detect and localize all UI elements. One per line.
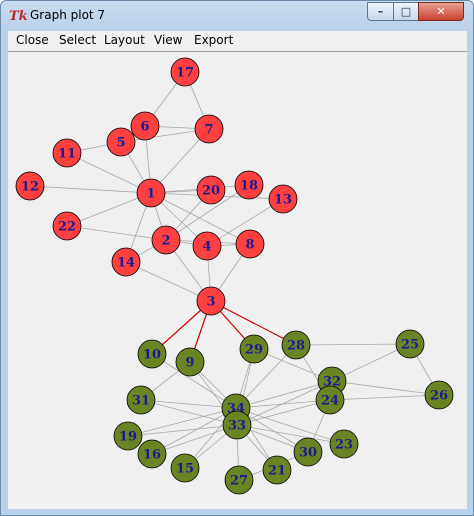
- node-label: 21: [268, 464, 286, 479]
- graph-edge-24-26: [329, 394, 440, 401]
- node-label: 27: [230, 474, 248, 489]
- graph-node-16[interactable]: 16: [137, 439, 167, 469]
- maximize-button[interactable]: □: [393, 2, 419, 21]
- close-window-button[interactable]: ✕: [418, 2, 464, 21]
- graph-node-25[interactable]: 25: [395, 329, 425, 359]
- graph-node-6[interactable]: 6: [130, 111, 160, 141]
- node-label: 15: [176, 462, 194, 477]
- graph-node-7[interactable]: 7: [194, 114, 224, 144]
- graph-node-14[interactable]: 14: [111, 247, 141, 277]
- graph-edge-2-22: [66, 225, 167, 241]
- node-label: 28: [287, 339, 305, 354]
- node-label: 11: [58, 147, 76, 162]
- graph-node-3[interactable]: 3: [196, 286, 226, 316]
- menu-view[interactable]: View: [154, 33, 182, 47]
- node-label: 33: [228, 419, 246, 434]
- graph-node-29[interactable]: 29: [239, 334, 269, 364]
- graph-node-30[interactable]: 30: [293, 437, 323, 467]
- graph-node-20[interactable]: 20: [196, 175, 226, 205]
- graph-node-23[interactable]: 23: [329, 429, 359, 459]
- graph-node-15[interactable]: 15: [170, 453, 200, 483]
- graph-svg: 176 751112 1 20 1813222 4 814310929 28 253224 263…: [15, 57, 454, 495]
- node-label: 17: [176, 66, 194, 81]
- graph-node-28[interactable]: 28: [281, 330, 311, 360]
- graph-node-31[interactable]: 31: [126, 385, 156, 415]
- node-label: 29: [245, 343, 263, 358]
- node-label: 10: [143, 348, 161, 363]
- graph-node-1[interactable]: 1: [136, 178, 166, 208]
- graph-node-11[interactable]: 11: [52, 138, 82, 168]
- graph-node-18[interactable]: 18: [234, 170, 264, 200]
- graph-canvas[interactable]: 17 6 7 5 11 12 1 20 18 13 22 2 4 8 14 3 10 9 29 28 25 32 24 26 3…: [8, 51, 467, 509]
- graph-node-17[interactable]: 17: [170, 57, 200, 87]
- node-label: 16: [143, 448, 161, 463]
- minimize-button[interactable]: –: [367, 2, 394, 21]
- graph-node-5[interactable]: 5: [106, 127, 136, 157]
- node-label: 6: [140, 120, 149, 135]
- menu-bar: Close Select Layout View Export: [8, 31, 467, 51]
- graph-node-9[interactable]: 9: [175, 347, 205, 377]
- graph-edge-26-32: [331, 380, 440, 396]
- node-label: 30: [299, 446, 317, 461]
- graph-plot-window: Tk Graph plot 7 – □ ✕ Close Select Layou…: [0, 0, 474, 516]
- maximize-icon: □: [400, 5, 412, 18]
- close-icon: ✕: [436, 5, 446, 18]
- node-label: 5: [116, 136, 125, 151]
- node-label: 14: [117, 256, 135, 271]
- graph-node-19[interactable]: 19: [113, 421, 143, 451]
- node-label: 1: [146, 187, 155, 202]
- node-label: 9: [185, 356, 194, 371]
- node-label: 13: [274, 193, 292, 208]
- node-label: 25: [401, 338, 419, 353]
- node-label: 18: [240, 179, 258, 194]
- graph-edge-12-1: [29, 185, 152, 194]
- graph-node-10[interactable]: 10: [137, 339, 167, 369]
- graph-node-26[interactable]: 26: [424, 380, 454, 410]
- node-label: 23: [335, 438, 353, 453]
- graph-node-27[interactable]: 27: [224, 465, 254, 495]
- graph-node-24[interactable]: 24: [315, 385, 345, 415]
- graph-node-22[interactable]: 22: [52, 211, 82, 241]
- graph-node-8[interactable]: 8: [235, 229, 265, 259]
- graph-node-33[interactable]: 33: [222, 410, 252, 440]
- graph-node-13[interactable]: 13: [268, 184, 298, 214]
- graph-edge-28-25: [295, 343, 411, 346]
- title-bar[interactable]: Tk Graph plot 7 – □ ✕: [1, 1, 473, 31]
- node-label: 31: [132, 394, 150, 409]
- graph-node-12[interactable]: 12: [15, 171, 45, 201]
- window-title: Graph plot 7: [30, 8, 106, 22]
- tk-app-icon: Tk: [9, 9, 28, 24]
- graph-node-4[interactable]: 4: [192, 231, 222, 261]
- graph-node-2[interactable]: 2: [151, 225, 181, 255]
- node-label: 26: [430, 389, 448, 404]
- node-label: 2: [161, 234, 170, 249]
- node-label: 4: [202, 240, 211, 255]
- node-label: 7: [204, 123, 213, 138]
- graph-node-21[interactable]: 21: [262, 455, 292, 485]
- menu-select[interactable]: Select: [59, 33, 96, 47]
- menu-export[interactable]: Export: [194, 33, 233, 47]
- menu-close[interactable]: Close: [16, 33, 49, 47]
- node-label: 3: [206, 295, 215, 310]
- menu-layout[interactable]: Layout: [104, 33, 145, 47]
- node-label: 19: [119, 430, 137, 445]
- node-label: 24: [321, 394, 339, 409]
- minimize-icon: –: [377, 5, 384, 18]
- node-label: 22: [58, 220, 76, 235]
- node-label: 8: [245, 238, 254, 253]
- node-label: 20: [202, 184, 220, 199]
- node-label: 12: [21, 180, 39, 195]
